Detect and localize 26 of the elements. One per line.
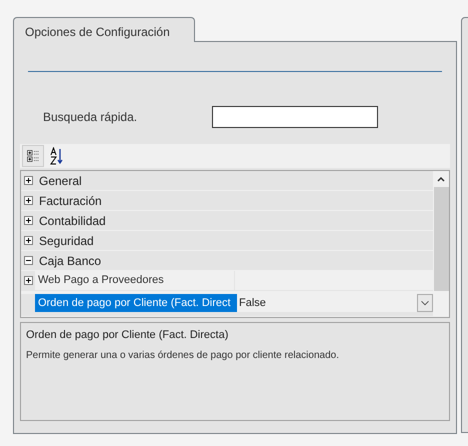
category-row[interactable]: General	[21, 171, 433, 191]
category-label: General	[39, 172, 82, 190]
category-label: Seguridad	[39, 232, 94, 250]
category-label: Contabilidad	[39, 212, 106, 230]
expand-icon[interactable]	[24, 276, 32, 285]
category-label: Caja Banco	[39, 252, 102, 270]
expand-icon[interactable]	[24, 236, 33, 245]
search-label: Busqueda rápida.	[43, 109, 138, 126]
value-dropdown[interactable]: False	[237, 294, 433, 312]
category-row[interactable]: Facturación	[21, 191, 433, 211]
category-row[interactable]: Contabilidad	[21, 211, 433, 231]
expand-icon[interactable]	[24, 196, 33, 205]
property-label[interactable]: Web Pago a Proveedores	[35, 271, 235, 290]
description-text: Permite generar una o varias órdenes de pago por cliente relacionado.	[26, 348, 340, 362]
settings-tab[interactable]: Opciones de Configuración	[13, 17, 195, 42]
expand-icon[interactable]	[24, 216, 33, 225]
category-row[interactable]: Seguridad	[21, 231, 433, 251]
categorized-view-icon[interactable]	[22, 145, 44, 167]
sort-alphabetical-icon[interactable]	[50, 147, 64, 165]
description-title: Orden de pago por Cliente (Fact. Directa)	[26, 328, 230, 343]
collapse-icon[interactable]	[24, 256, 33, 265]
property-label[interactable]: Orden de pago por Cliente (Fact. Direct	[35, 294, 237, 312]
category-label: Facturación	[39, 192, 102, 210]
category-row[interactable]: Caja Banco	[21, 251, 433, 271]
search-field[interactable]	[212, 106, 378, 128]
expand-icon[interactable]	[24, 176, 33, 185]
